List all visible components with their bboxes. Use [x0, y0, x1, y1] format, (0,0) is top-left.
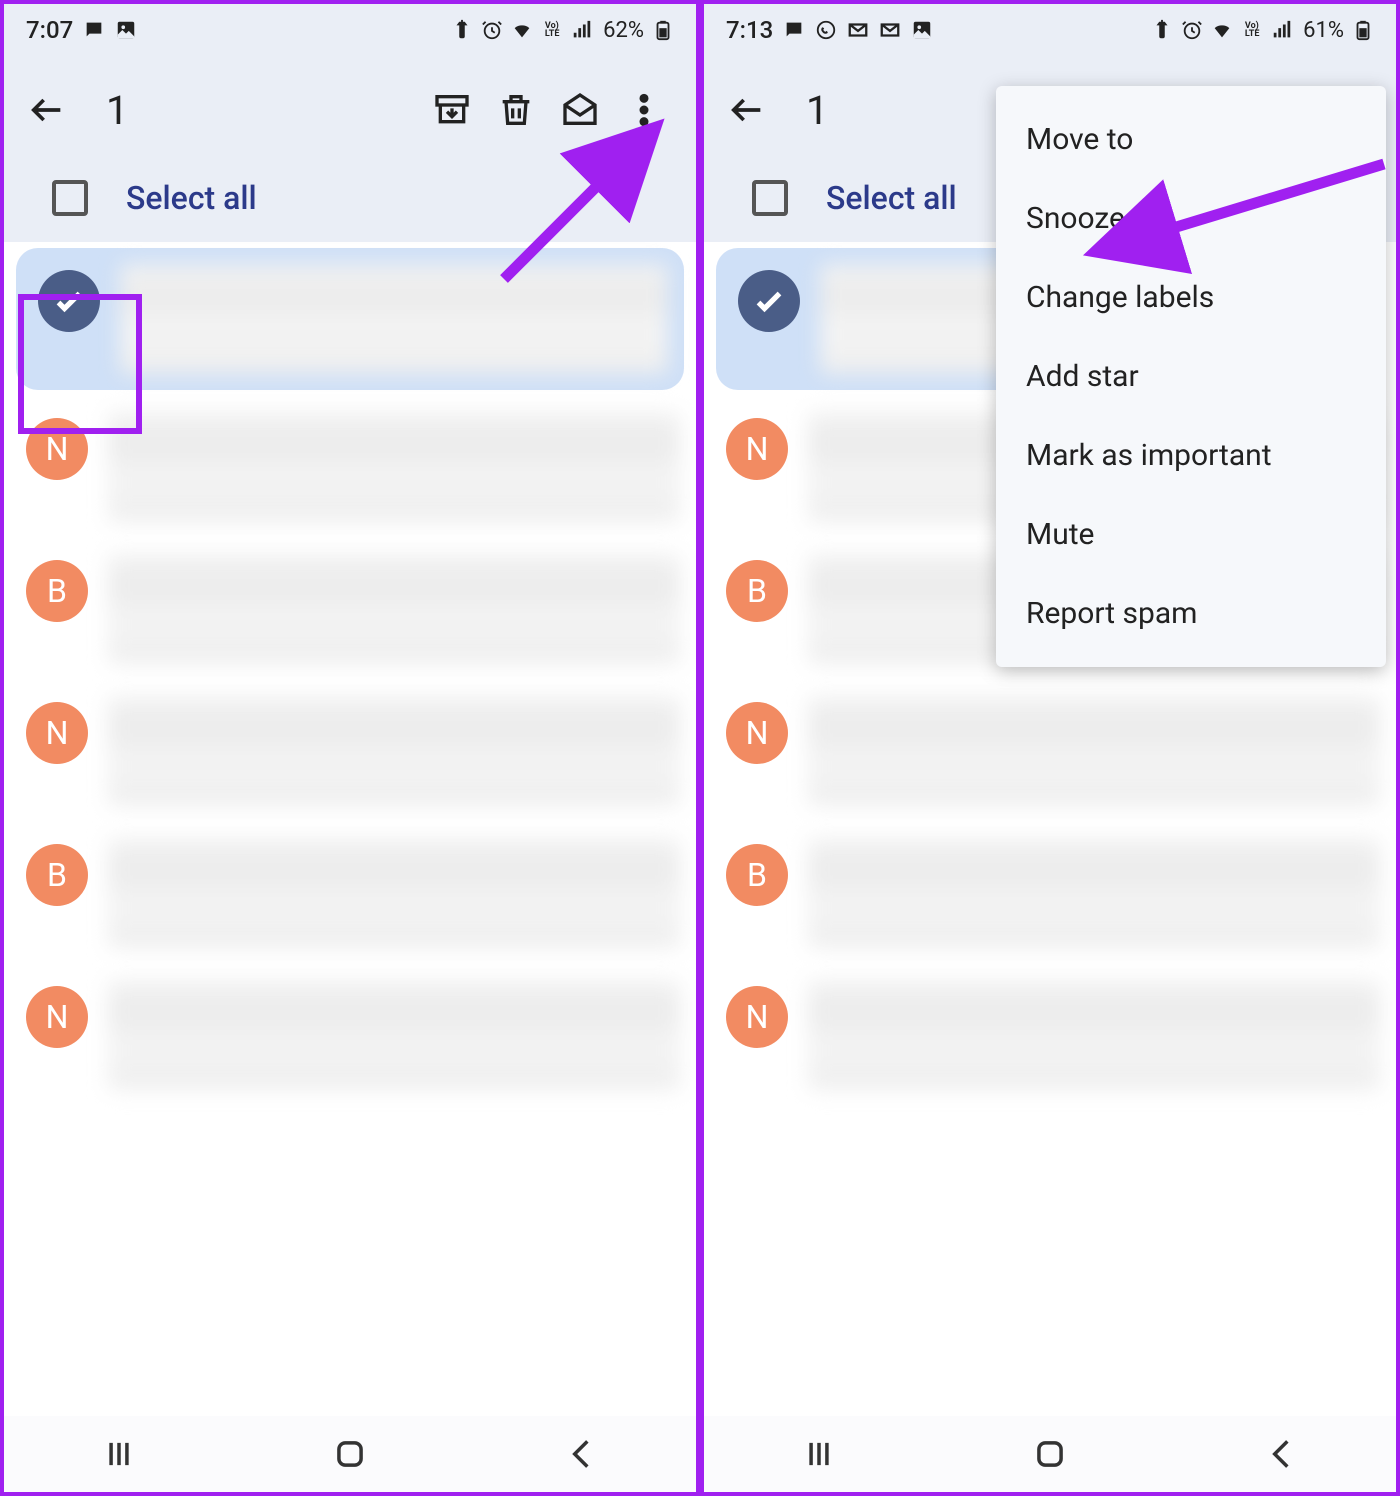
menu-change-labels[interactable]: Change labels — [996, 258, 1386, 337]
email-item-selected[interactable] — [16, 248, 684, 390]
overflow-button[interactable] — [612, 85, 676, 135]
email-preview-blurred — [808, 838, 1380, 948]
avatar-b[interactable]: B — [26, 560, 88, 622]
gmail-icon — [847, 19, 869, 41]
email-preview-blurred — [120, 264, 668, 374]
selected-check-icon[interactable] — [738, 270, 800, 332]
email-item[interactable]: N — [4, 964, 696, 1106]
email-preview-blurred — [808, 980, 1380, 1090]
status-bar: 7:13 Vo)LTE 61% — [704, 4, 1396, 56]
battery-icon — [1352, 19, 1374, 41]
email-list: N B N B N — [4, 248, 696, 1106]
battery-icon — [652, 19, 674, 41]
signal-icon — [1271, 19, 1293, 41]
phone-right: 7:13 Vo)LTE 61% 1 — [700, 0, 1400, 1496]
select-all-label: Select all — [826, 179, 957, 217]
selected-check-icon[interactable] — [38, 270, 100, 332]
chat-icon — [783, 19, 805, 41]
email-item[interactable]: N — [4, 396, 696, 538]
battery-saver-icon — [451, 19, 473, 41]
avatar-n[interactable]: N — [726, 986, 788, 1048]
image-icon — [911, 19, 933, 41]
home-button[interactable] — [310, 1434, 390, 1474]
select-all-label: Select all — [126, 179, 257, 217]
recents-button[interactable] — [79, 1434, 159, 1474]
email-item[interactable]: N — [4, 680, 696, 822]
menu-snooze[interactable]: Snooze — [996, 179, 1386, 258]
email-preview-blurred — [108, 412, 680, 522]
email-preview-blurred — [108, 696, 680, 806]
select-all-checkbox[interactable] — [52, 180, 88, 216]
android-nav-bar — [704, 1416, 1396, 1492]
email-item[interactable]: B — [4, 822, 696, 964]
battery-percent: 62% — [603, 18, 644, 43]
avatar-n[interactable]: N — [26, 986, 88, 1048]
menu-move-to[interactable]: Move to — [996, 100, 1386, 179]
avatar-n[interactable]: N — [26, 702, 88, 764]
volte-icon: Vo)LTE — [1241, 19, 1263, 41]
volte-icon: Vo)LTE — [541, 19, 563, 41]
home-button[interactable] — [1010, 1434, 1090, 1474]
recents-button[interactable] — [779, 1434, 859, 1474]
whatsapp-icon — [815, 19, 837, 41]
signal-icon — [571, 19, 593, 41]
email-item[interactable]: N — [704, 680, 1396, 822]
email-preview-blurred — [108, 838, 680, 948]
selection-app-bar: 1 — [4, 56, 696, 164]
chat-icon — [83, 19, 105, 41]
back-nav-button[interactable] — [1241, 1434, 1321, 1474]
avatar-n[interactable]: N — [726, 702, 788, 764]
status-time: 7:13 — [726, 16, 773, 44]
image-icon — [115, 19, 137, 41]
select-all-row[interactable]: Select all — [4, 164, 696, 242]
alarm-icon — [1181, 19, 1203, 41]
menu-report-spam[interactable]: Report spam — [996, 574, 1386, 653]
battery-saver-icon — [1151, 19, 1173, 41]
wifi-icon — [511, 19, 533, 41]
wifi-icon — [1211, 19, 1233, 41]
email-item[interactable]: N — [704, 964, 1396, 1106]
avatar-b[interactable]: B — [726, 844, 788, 906]
select-all-checkbox[interactable] — [752, 180, 788, 216]
overflow-menu: Move to Snooze Change labels Add star Ma… — [996, 86, 1386, 667]
gmail-icon — [879, 19, 901, 41]
avatar-n[interactable]: N — [726, 418, 788, 480]
battery-percent: 61% — [1303, 18, 1344, 43]
selection-count: 1 — [106, 87, 128, 134]
android-nav-bar — [4, 1416, 696, 1492]
delete-button[interactable] — [484, 85, 548, 135]
status-bar: 7:07 Vo)LTE 62% — [4, 4, 696, 56]
avatar-n[interactable]: N — [26, 418, 88, 480]
menu-add-star[interactable]: Add star — [996, 337, 1386, 416]
mark-read-button[interactable] — [548, 85, 612, 135]
archive-button[interactable] — [420, 85, 484, 135]
menu-mark-important[interactable]: Mark as important — [996, 416, 1386, 495]
phone-left: 7:07 Vo)LTE 62% — [0, 0, 700, 1496]
email-preview-blurred — [108, 554, 680, 664]
back-button[interactable] — [724, 87, 770, 133]
email-item[interactable]: B — [704, 822, 1396, 964]
avatar-b[interactable]: B — [26, 844, 88, 906]
email-item[interactable]: B — [4, 538, 696, 680]
email-preview-blurred — [808, 696, 1380, 806]
back-button[interactable] — [24, 87, 70, 133]
avatar-b[interactable]: B — [726, 560, 788, 622]
email-preview-blurred — [108, 980, 680, 1090]
status-time: 7:07 — [26, 16, 73, 44]
alarm-icon — [481, 19, 503, 41]
back-nav-button[interactable] — [541, 1434, 621, 1474]
menu-mute[interactable]: Mute — [996, 495, 1386, 574]
selection-count: 1 — [806, 87, 828, 134]
